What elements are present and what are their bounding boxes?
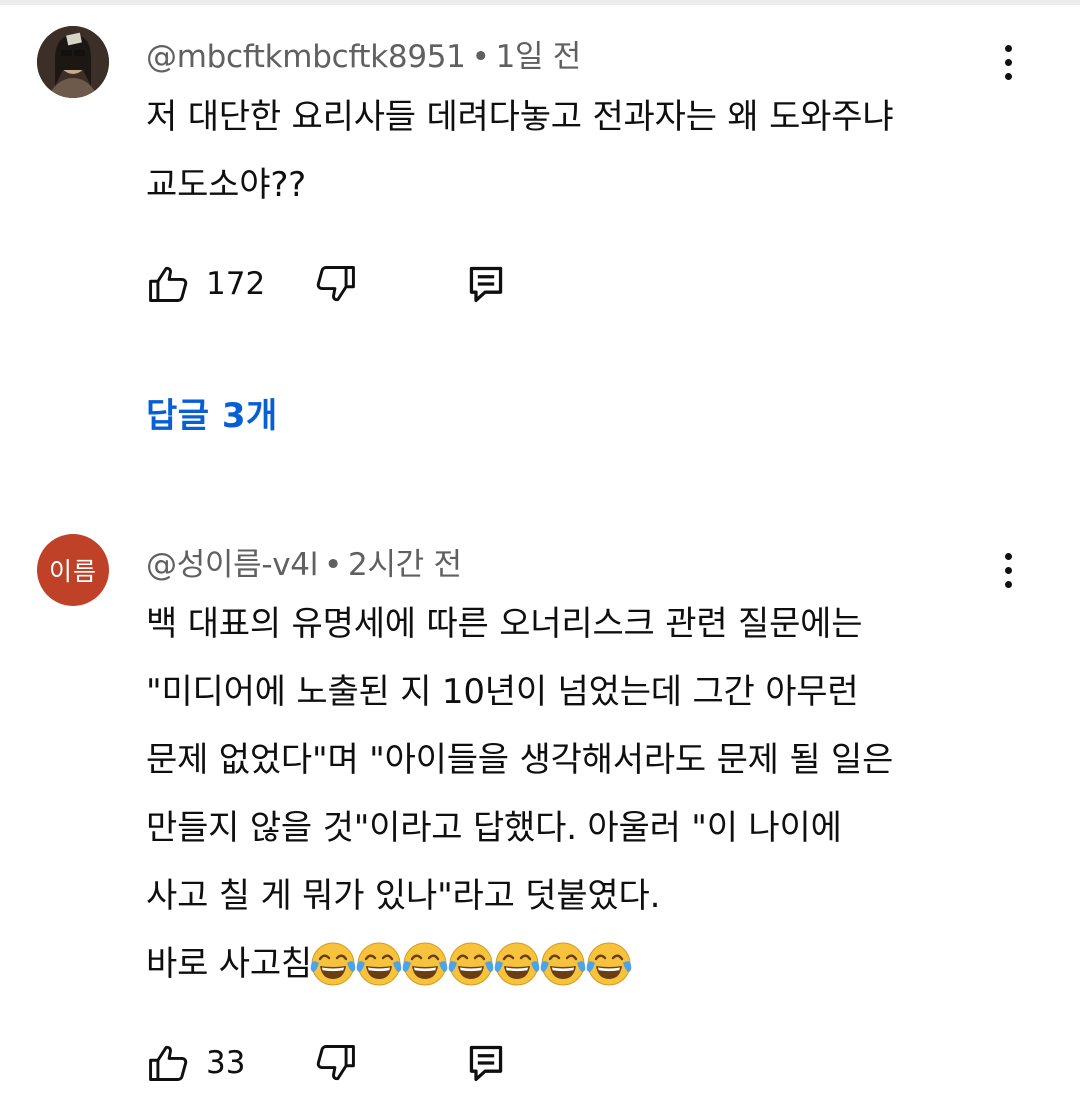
like-count: 172 [206, 266, 266, 302]
face-with-tears-of-joy-icon [586, 942, 632, 986]
like-count: 33 [206, 1045, 246, 1081]
like-button[interactable]: 172 [146, 259, 265, 309]
top-divider [0, 0, 1080, 5]
meta-separator: • [471, 39, 490, 75]
face-with-tears-of-joy-icon [448, 942, 494, 986]
comment-time[interactable]: 2시간 전 [348, 547, 462, 583]
comment-actions: 172 [146, 259, 546, 309]
user-photo-avatar[interactable] [37, 26, 109, 98]
kebab-dot [1004, 44, 1012, 52]
kebab-dot [1004, 72, 1012, 80]
like-button[interactable]: 33 [146, 1038, 245, 1088]
comment-meta: @mbcftkmbcftk8951 • 1일 전 [146, 31, 581, 76]
more-options-button[interactable] [990, 37, 1026, 87]
meta-separator: • [324, 547, 343, 583]
comment-line: 교도소야?? [146, 165, 307, 205]
face-with-tears-of-joy-icon [494, 942, 540, 986]
thumb-down-icon [316, 266, 355, 302]
kebab-dot [1004, 580, 1012, 588]
letter-avatar[interactable]: 이름 [37, 534, 109, 606]
comment-text: 백 대표의 유명세에 따른 오너리스크 관련 질문에는 "미디어에 노출된 지 … [146, 590, 1026, 998]
comment-line: 만들지 않을 것"이라고 답했다. 아울러 "이 나이에 [146, 808, 842, 848]
reply-button[interactable] [466, 259, 506, 309]
author-name[interactable]: @mbcftkmbcftk8951 [146, 39, 466, 75]
comment-text: 저 대단한 요리사들 데려다놓고 전과자는 왜 도와주냐 교도소야?? [146, 83, 1026, 219]
kebab-dot [1004, 566, 1012, 574]
comment-line: 문제 없었다"며 "아이들을 생각해서라도 문제 될 일은 [146, 740, 894, 780]
thumb-down-icon [316, 1045, 355, 1081]
thumb-up-icon [149, 266, 188, 302]
reply-icon [469, 266, 503, 302]
kebab-dot [1004, 58, 1012, 66]
comment-line: 사고 칠 게 뭐가 있나"라고 덧붙였다. [146, 876, 661, 916]
author-name[interactable]: @성이름-v4l [146, 547, 318, 583]
face-with-tears-of-joy-icon [310, 942, 356, 986]
avatar-photo-icon [37, 26, 109, 98]
comment-line: 저 대단한 요리사들 데려다놓고 전과자는 왜 도와주냐 [146, 97, 894, 137]
reply-button[interactable] [466, 1038, 506, 1088]
comment-actions: 33 [146, 1038, 546, 1088]
emoji-row [310, 942, 634, 986]
dislike-button[interactable] [314, 1038, 358, 1088]
view-replies-link[interactable]: 답글 3개 [146, 388, 278, 437]
face-with-tears-of-joy-icon [356, 942, 402, 986]
comment-meta: @성이름-v4l • 2시간 전 [146, 539, 462, 584]
dislike-button[interactable] [314, 259, 358, 309]
comment-line-text: 바로 사고침 [146, 944, 313, 984]
more-options-button[interactable] [990, 545, 1026, 595]
reply-icon [469, 1045, 503, 1082]
comment-last-line: 바로 사고침 [146, 930, 1026, 998]
thumb-up-icon [149, 1045, 188, 1081]
avatar-initials: 이름 [48, 557, 97, 586]
comment-line: "미디어에 노출된 지 10년이 넘었는데 그간 아무런 [146, 672, 859, 712]
comment-time[interactable]: 1일 전 [496, 39, 582, 75]
comment-line: 백 대표의 유명세에 따른 오너리스크 관련 질문에는 [146, 604, 863, 644]
kebab-dot [1004, 552, 1012, 560]
face-with-tears-of-joy-icon [402, 942, 448, 986]
face-with-tears-of-joy-icon [540, 942, 586, 986]
